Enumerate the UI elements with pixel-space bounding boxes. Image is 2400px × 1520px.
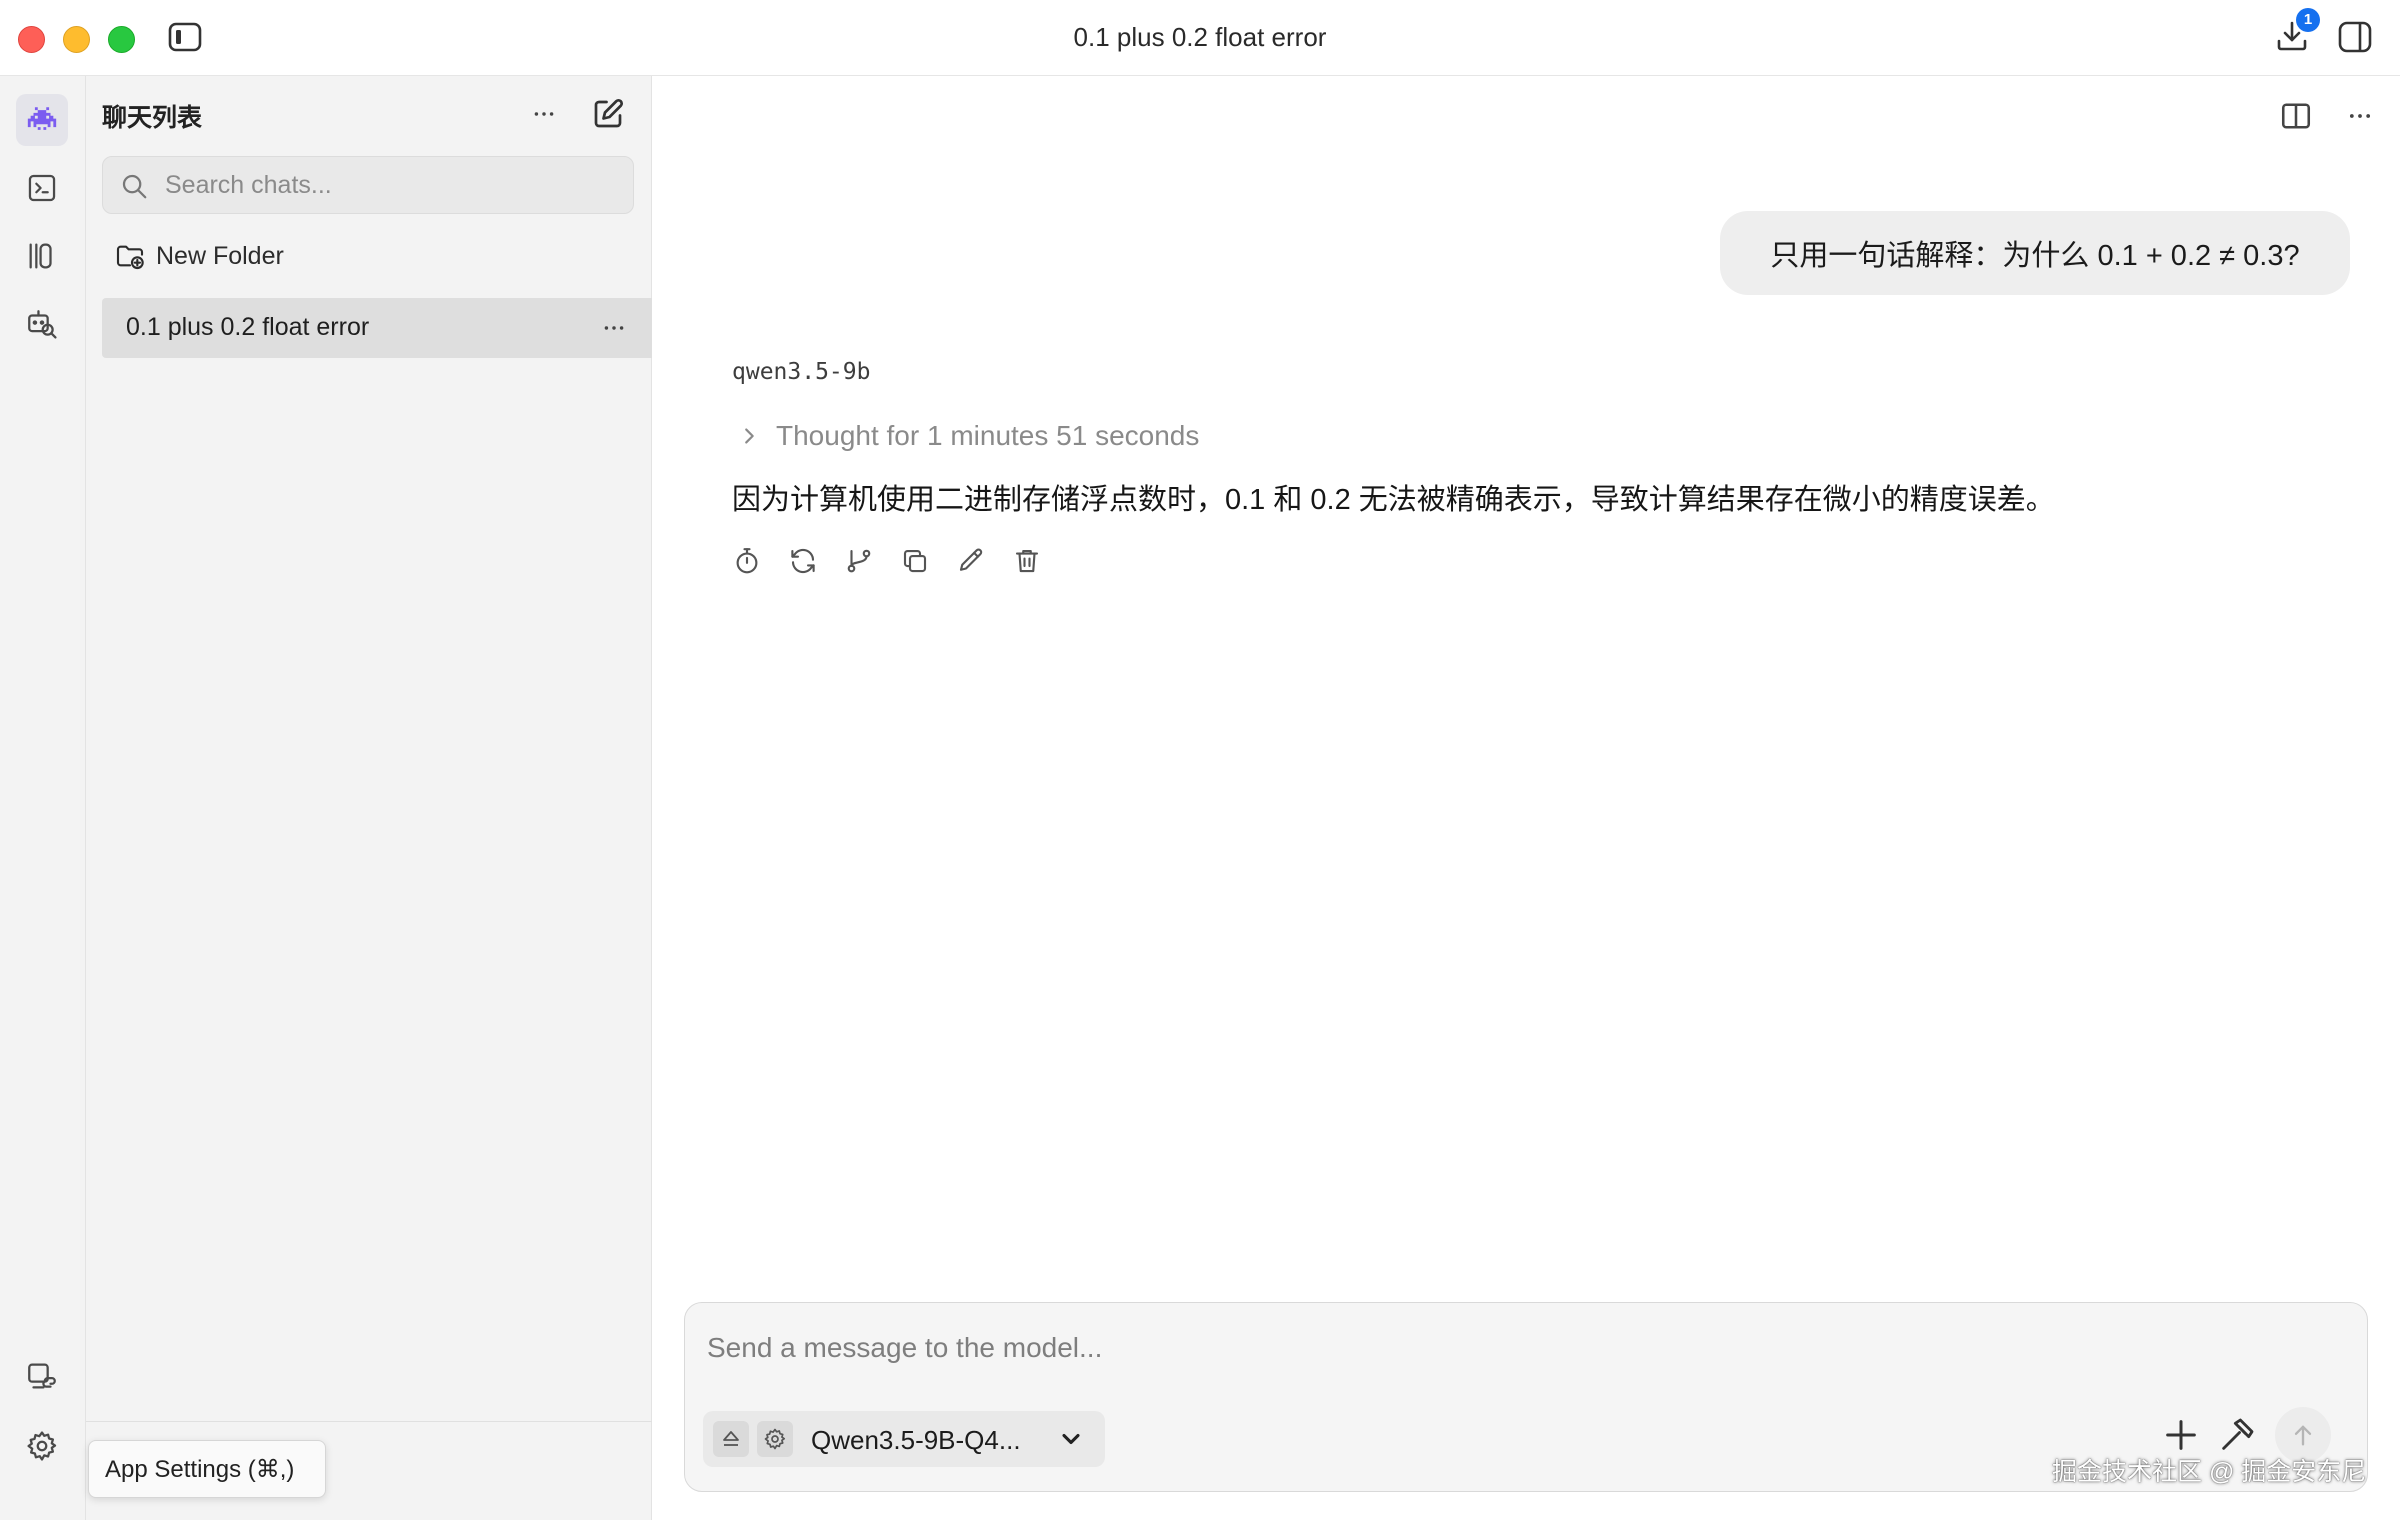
title-bar: 0.1 plus 0.2 float error 1: [0, 0, 2400, 76]
maximize-window-button[interactable]: [108, 26, 135, 53]
delete-button[interactable]: [1012, 546, 1042, 576]
chat-list-panel: 聊天列表 New Folder 0.1 plus 0.2 float error: [86, 76, 652, 1520]
model-picker-label: Qwen3.5-9B-Q4...: [811, 1425, 1021, 1455]
chat-item-title: 0.1 plus 0.2 float error: [126, 313, 370, 341]
rail-terminal-button[interactable]: [16, 162, 68, 214]
conversation-area: 只用一句话解释：为什么 0.1 + 0.2 ≠ 0.3? qwen3.5-9b …: [652, 76, 2400, 1520]
copy-button[interactable]: [900, 546, 930, 576]
timer-icon: [736, 548, 758, 574]
delete-icon: [1015, 549, 1039, 573]
attach-button[interactable]: [2161, 1415, 2201, 1455]
rail-developer-button[interactable]: [16, 1350, 68, 1402]
search-chats-box[interactable]: [102, 156, 634, 214]
right-panel-toggle-icon[interactable]: [2338, 20, 2372, 54]
copy-icon: [903, 549, 927, 573]
compose-icon: [594, 98, 624, 128]
alien-invader-icon: [27, 107, 57, 130]
split-view-icon: [2281, 103, 2311, 129]
timer-button[interactable]: [732, 546, 762, 576]
activity-rail: [0, 76, 86, 1520]
watermark: 掘金技术社区 @ 掘金安东尼: [2052, 1458, 2367, 1486]
arrow-up-icon: [2294, 1425, 2312, 1446]
chevron-down-icon: [1062, 1433, 1080, 1445]
gear-icon: [27, 1431, 57, 1461]
chat-item-more-button[interactable]: [596, 310, 632, 346]
tools-button[interactable]: [2217, 1415, 2257, 1455]
regenerate-button[interactable]: [788, 546, 818, 576]
model-picker[interactable]: Qwen3.5-9B-Q4...: [703, 1411, 1105, 1467]
assistant-answer: 因为计算机使用二进制存储浮点数时，0.1 和 0.2 无法被精确表示，导致计算结…: [732, 484, 2055, 516]
ellipsis-icon: [604, 326, 624, 330]
terminal-icon: [28, 174, 56, 202]
split-view-button[interactable]: [2278, 98, 2314, 134]
edit-button[interactable]: [956, 546, 986, 576]
search-icon: [119, 171, 149, 201]
chevron-right-icon: [745, 428, 754, 444]
new-folder-label: New Folder: [156, 241, 284, 270]
chat-list-item[interactable]: 0.1 plus 0.2 float error: [102, 298, 652, 358]
branch-icon: [847, 549, 871, 573]
thought-label: Thought for 1 minutes 51 seconds: [776, 420, 1200, 451]
sidebar-toggle-icon[interactable]: [168, 22, 202, 52]
chat-list-more-button[interactable]: [526, 96, 562, 132]
conversation-more-button[interactable]: [2342, 98, 2378, 134]
robot-search-icon: [28, 310, 57, 339]
rail-chat-button[interactable]: [16, 94, 68, 146]
rail-settings-button[interactable]: [16, 1420, 68, 1472]
eject-model-button[interactable]: [713, 1421, 749, 1457]
rail-discover-button[interactable]: [16, 298, 68, 350]
edit-icon: [959, 548, 983, 571]
model-settings-button[interactable]: [757, 1421, 793, 1457]
search-chats-input[interactable]: [165, 165, 615, 205]
folder-plus-icon: [116, 245, 144, 270]
minimize-window-button[interactable]: [63, 26, 90, 53]
device-link-icon: [28, 1363, 56, 1389]
close-window-button[interactable]: [18, 26, 45, 53]
message-input[interactable]: [707, 1323, 2327, 1373]
eject-icon: [723, 1431, 739, 1446]
new-folder-button[interactable]: New Folder: [114, 236, 284, 276]
plus-icon: [2166, 1420, 2196, 1450]
window-title: 0.1 plus 0.2 float error: [1073, 22, 1327, 52]
panel-divider: [86, 1421, 652, 1422]
regenerate-icon: [791, 548, 815, 574]
rail-models-button[interactable]: [16, 230, 68, 282]
message-actions: [732, 546, 1042, 576]
ellipsis-icon: [534, 112, 554, 116]
chat-list-title: 聊天列表: [102, 104, 203, 132]
branch-button[interactable]: [844, 546, 874, 576]
app-settings-tooltip: App Settings (⌘,): [88, 1440, 326, 1498]
thought-toggle[interactable]: Thought for 1 minutes 51 seconds: [738, 416, 1199, 456]
gear-icon: [764, 1428, 786, 1450]
library-icon: [29, 243, 52, 269]
download-count-badge: 1: [2296, 8, 2320, 32]
hammer-icon: [2222, 1418, 2254, 1450]
assistant-model-name: qwen3.5-9b: [732, 359, 871, 385]
user-message-bubble: 只用一句话解释：为什么 0.1 + 0.2 ≠ 0.3?: [1720, 211, 2350, 295]
new-chat-button[interactable]: [590, 96, 626, 132]
ellipsis-icon: [2349, 114, 2371, 118]
